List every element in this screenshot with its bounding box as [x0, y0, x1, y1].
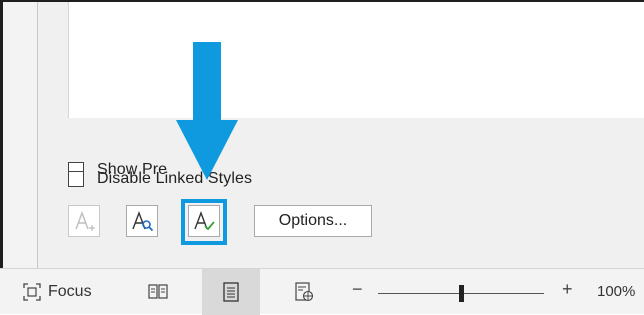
- print-layout-button[interactable]: [202, 269, 260, 315]
- highlight-box: [181, 199, 227, 245]
- new-style-icon: [75, 211, 95, 231]
- disable-linked-styles-checkbox[interactable]: [68, 171, 84, 187]
- zoom-out-button[interactable]: −: [352, 279, 363, 300]
- read-mode-icon: [148, 284, 168, 299]
- focus-icon: [23, 283, 41, 301]
- styles-pane-window: Show Pre Disable Linked Styles Options..…: [0, 0, 644, 315]
- read-mode-button[interactable]: [138, 269, 178, 315]
- web-layout-icon: [295, 282, 314, 302]
- status-bar: Focus − + 100%: [0, 268, 644, 315]
- zoom-level[interactable]: 100%: [597, 283, 635, 300]
- new-style-button[interactable]: [68, 205, 100, 237]
- style-inspector-button[interactable]: [126, 205, 158, 237]
- focus-label: Focus: [48, 283, 92, 300]
- style-inspector-icon: [132, 211, 154, 232]
- zoom-in-button[interactable]: +: [562, 279, 573, 300]
- left-gutter: [3, 2, 37, 268]
- focus-mode-button[interactable]: Focus: [22, 269, 92, 315]
- annotation-arrow-icon: [176, 42, 238, 180]
- styles-list-area: [68, 2, 644, 118]
- web-layout-button[interactable]: [284, 269, 324, 315]
- options-button[interactable]: Options...: [254, 205, 372, 237]
- print-layout-icon: [223, 282, 239, 302]
- zoom-slider-thumb[interactable]: [459, 285, 464, 302]
